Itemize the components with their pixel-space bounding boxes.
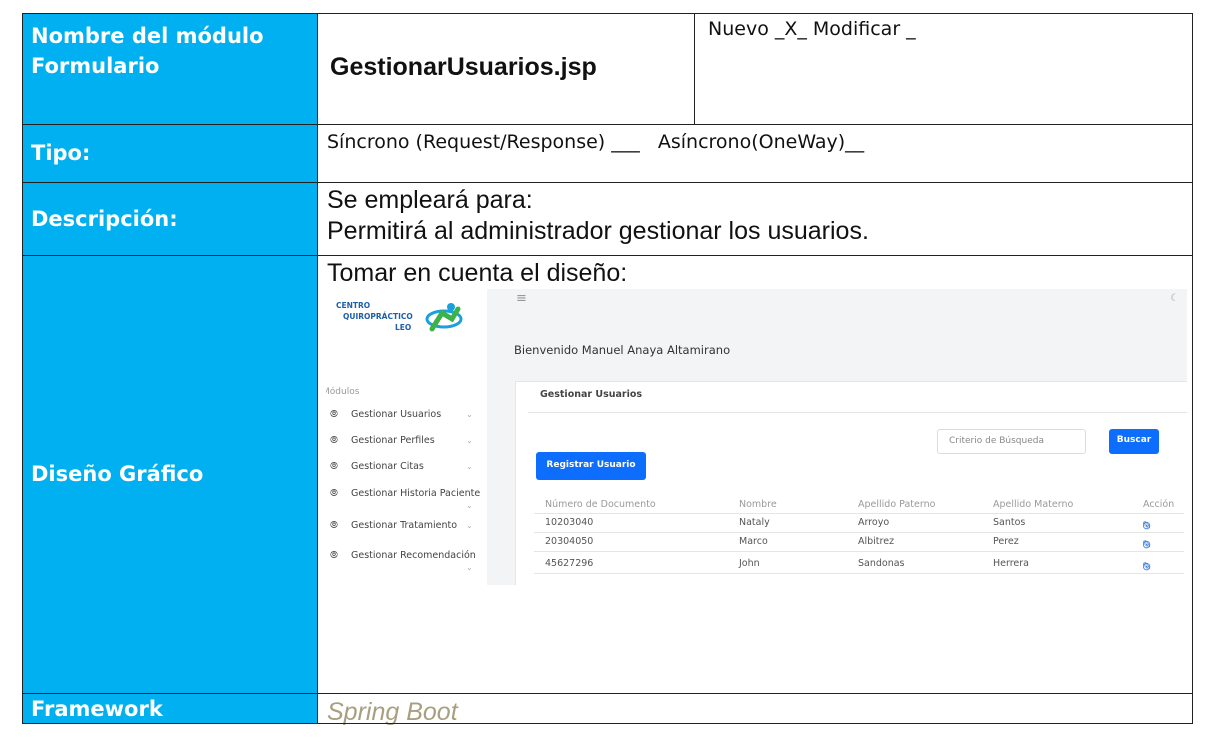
descripcion-value-cell: Se empleará para: Permitirá al administr… [317,182,1193,255]
framework-value-cell: Spring Boot [317,693,1193,726]
sidebar-item-label: Gestionar Recomendación [351,550,476,561]
chevron-down-icon: ⌄ [466,436,473,445]
col-header-nombre: Nombre [739,499,777,510]
module-label-line1: Nombre del módulo [31,24,264,48]
chevron-down-icon: ⌄ [466,563,473,572]
cube-icon: ⦾ [330,409,338,420]
logo-line3: LEO [395,323,412,332]
sidebar-item-historia[interactable]: ⦾ Gestionar Historia Paciente ⌄ [326,488,487,514]
descripcion-line2: Permitirá al administrador gestionar los… [327,217,869,245]
search-button[interactable]: Buscar [1109,429,1159,454]
diseno-label-cell: Diseño Gráfico [22,255,317,693]
clinic-logo: CENTRO QUIROPRÁCTICO LEO [336,301,466,349]
cube-icon: ⦾ [330,550,338,561]
table-row: 10203040 Nataly Arroyo Santos ✎ ⊙ [534,515,1184,533]
card-title: Gestionar Usuarios [540,389,643,400]
module-name: GestionarUsuarios.jsp [330,53,597,81]
sidebar-item-perfiles[interactable]: ⦾ Gestionar Perfiles ⌄ [326,435,487,449]
cell-apellido-paterno: Sandonas [858,558,905,569]
search-button-label: Buscar [1116,435,1152,445]
border-left [22,13,23,724]
module-label-cell: Nombre del módulo Formulario [22,13,317,124]
framework-label-cell: Framework [22,693,317,724]
sidebar-heading: Módulos [326,387,360,397]
border-top [22,13,1193,14]
search-placeholder: Criterio de Búsqueda [949,436,1044,446]
tipo-value-cell: Síncrono (Request/Response) ___ Asíncron… [317,124,1193,182]
col-header-documento: Número de Documento [545,499,656,510]
chevron-down-icon: ⌄ [466,521,473,530]
border-row1 [22,124,1193,125]
col-header-apellido-paterno: Apellido Paterno [858,499,936,510]
cube-icon: ⦾ [330,435,338,446]
chevron-down-icon: ⌄ [466,462,473,471]
diseno-label: Diseño Gráfico [31,462,204,486]
sidebar-item-citas[interactable]: ⦾ Gestionar Citas ⌄ [326,461,487,475]
sidebar-item-label: Gestionar Usuarios [351,409,442,420]
module-label-line2: Formulario [31,54,160,78]
header-divider [534,513,1184,514]
col-header-apellido-materno: Apellido Materno [993,499,1074,510]
border-row2 [22,182,1193,183]
descripcion-line1: Se empleará para: [327,186,533,214]
welcome-text: Bienvenido Manuel Anaya Altamirano [514,343,731,357]
tipo-label: Tipo: [31,141,91,165]
chevron-down-icon: ⌄ [466,410,473,419]
chevron-down-icon: ⌄ [466,501,473,510]
ui-mockup: CENTRO QUIROPRÁCTICO LEO Módulos ⦾ Gesti… [326,289,1187,585]
cube-icon: ⦾ [330,520,338,531]
cube-icon: ⦾ [330,488,338,499]
cube-icon: ⦾ [330,461,338,472]
card-divider [528,412,1187,413]
cell-apellido-materno: Herrera [993,558,1029,569]
logo-line2: QUIROPRÁCTICO [343,312,413,321]
border-bottom [22,723,1193,724]
cell-apellido-materno: Santos [993,517,1026,528]
cell-apellido-materno: Perez [993,536,1019,547]
descripcion-label-cell: Descripción: [22,182,317,255]
view-icon[interactable]: ⊙ [1142,560,1151,573]
logo-line1: CENTRO [336,301,371,310]
module-name-cell: GestionarUsuarios.jsp [317,13,694,124]
register-button-label: Registrar Usuario [546,460,636,470]
tipo-label-cell: Tipo: [22,124,317,182]
cell-nombre: Nataly [739,517,770,528]
cell-documento: 45627296 [545,558,594,569]
sidebar-item-tratamiento[interactable]: ⦾ Gestionar Tratamiento ⌄ [326,520,487,534]
border-col2 [694,13,695,124]
cell-apellido-paterno: Arroyo [858,517,890,528]
cell-documento: 20304050 [545,536,594,547]
view-icon[interactable]: ⊙ [1142,538,1151,551]
col-header-accion: Acción [1143,499,1175,510]
view-icon[interactable]: ⊙ [1142,519,1151,532]
border-col1 [317,13,318,724]
cell-apellido-paterno: Albitrez [858,536,895,547]
sidebar-item-usuarios[interactable]: ⦾ Gestionar Usuarios ⌄ [326,409,487,423]
status-cell: Nuevo _X_ Modificar _ [694,13,1193,124]
sidebar-item-label: Gestionar Citas [351,461,424,472]
cell-nombre: John [739,558,760,569]
register-user-button[interactable]: Registrar Usuario [536,452,646,480]
status-text: Nuevo _X_ Modificar _ [708,18,916,40]
table-row: 20304050 Marco Albitrez Perez ✎ ⊙ [534,534,1184,552]
border-row3 [22,255,1193,256]
sidebar-item-label: Gestionar Perfiles [351,435,435,446]
sidebar-item-recomendacion[interactable]: ⦾ Gestionar Recomendación ⌄ [326,550,487,576]
table-row: 45627296 John Sandonas Herrera ✎ ⊙ [534,556,1184,574]
sidebar-item-label: Gestionar Historia Paciente [351,488,481,499]
descripcion-label: Descripción: [31,206,178,231]
cell-documento: 10203040 [545,517,594,528]
cell-nombre: Marco [739,536,768,547]
framework-label: Framework [31,697,163,721]
tipo-value: Síncrono (Request/Response) ___ Asíncron… [327,131,865,153]
diseno-intro: Tomar en cuenta el diseño: [327,259,628,287]
border-right [1192,13,1193,724]
search-input[interactable]: Criterio de Búsqueda [937,429,1086,454]
moon-icon[interactable]: ☾ [1170,293,1179,304]
sidebar-item-label: Gestionar Tratamiento [351,520,458,531]
mockup-sidebar: CENTRO QUIROPRÁCTICO LEO Módulos ⦾ Gesti… [326,289,487,585]
logo-figure-icon [425,303,463,332]
menu-icon[interactable]: ≡ [516,291,527,306]
border-row4 [22,693,1193,694]
